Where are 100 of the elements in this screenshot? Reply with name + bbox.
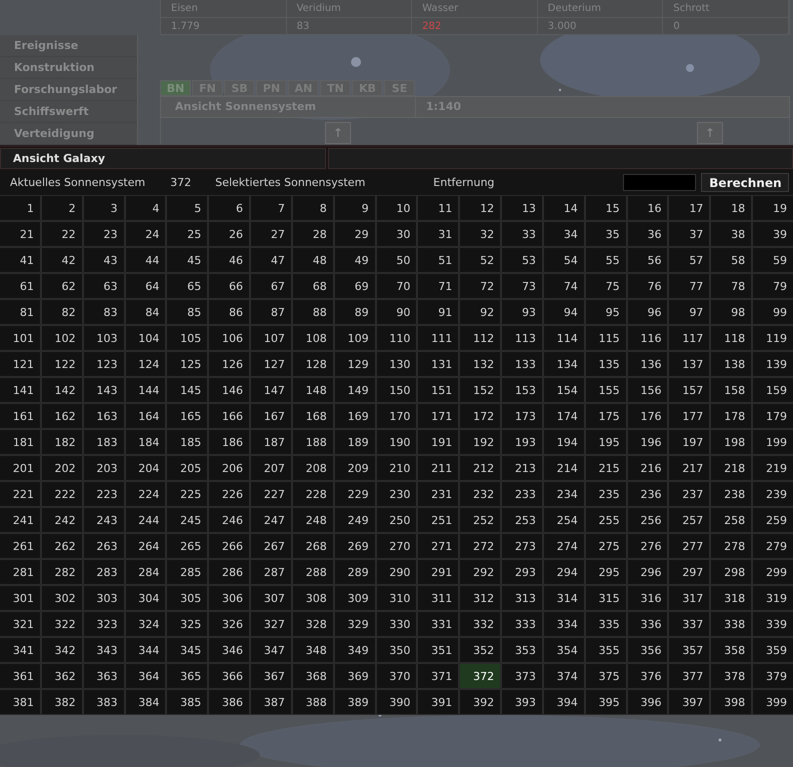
system-cell[interactable]: 50 — [376, 248, 416, 272]
system-cell[interactable]: 73 — [502, 274, 542, 298]
system-cell[interactable]: 253 — [502, 508, 542, 532]
system-cell[interactable]: 207 — [251, 456, 291, 480]
system-cell[interactable]: 390 — [376, 690, 416, 714]
system-cell[interactable]: 99 — [753, 300, 793, 324]
system-cell[interactable]: 359 — [753, 638, 793, 662]
system-cell[interactable]: 96 — [628, 300, 668, 324]
system-cell[interactable]: 225 — [167, 482, 208, 506]
system-cell[interactable]: 173 — [502, 404, 542, 428]
system-cell[interactable]: 388 — [292, 690, 333, 714]
system-cell[interactable]: 205 — [167, 456, 208, 480]
system-cell[interactable]: 335 — [586, 612, 626, 636]
system-cell[interactable]: 315 — [586, 586, 626, 610]
system-cell[interactable]: 216 — [628, 456, 668, 480]
system-cell[interactable]: 113 — [502, 326, 542, 350]
system-cell[interactable]: 71 — [418, 274, 458, 298]
system-cell[interactable]: 186 — [209, 430, 250, 454]
system-cell[interactable]: 398 — [711, 690, 752, 714]
system-cell[interactable]: 183 — [84, 430, 124, 454]
system-cell[interactable]: 367 — [251, 664, 291, 688]
system-cell[interactable]: 261 — [0, 534, 40, 558]
system-cell[interactable]: 334 — [544, 612, 584, 636]
system-cell[interactable]: 125 — [167, 352, 208, 376]
system-cell[interactable]: 94 — [544, 300, 584, 324]
system-cell[interactable]: 329 — [334, 612, 375, 636]
system-cell[interactable]: 14 — [544, 196, 584, 220]
system-cell[interactable]: 399 — [753, 690, 793, 714]
system-cell[interactable]: 182 — [42, 430, 82, 454]
system-cell[interactable]: 142 — [42, 378, 82, 402]
system-cell[interactable]: 290 — [376, 560, 416, 584]
system-cell[interactable]: 162 — [42, 404, 82, 428]
system-cell[interactable]: 135 — [586, 352, 626, 376]
system-cell[interactable]: 217 — [669, 456, 710, 480]
system-cell[interactable]: 152 — [460, 378, 500, 402]
system-cell[interactable]: 382 — [42, 690, 82, 714]
system-cell[interactable]: 197 — [669, 430, 710, 454]
system-cell[interactable]: 79 — [753, 274, 793, 298]
system-cell[interactable]: 161 — [0, 404, 40, 428]
system-cell[interactable]: 192 — [460, 430, 500, 454]
system-cell[interactable]: 89 — [334, 300, 375, 324]
system-cell[interactable]: 231 — [418, 482, 458, 506]
system-cell[interactable]: 38 — [711, 222, 752, 246]
system-cell[interactable]: 311 — [418, 586, 458, 610]
system-cell[interactable]: 82 — [42, 300, 82, 324]
system-cell[interactable]: 224 — [126, 482, 166, 506]
system-cell[interactable]: 59 — [753, 248, 793, 272]
system-cell[interactable]: 144 — [126, 378, 166, 402]
system-cell[interactable]: 228 — [292, 482, 333, 506]
system-cell[interactable]: 187 — [251, 430, 291, 454]
system-cell[interactable]: 230 — [376, 482, 416, 506]
system-cell[interactable]: 295 — [586, 560, 626, 584]
system-cell[interactable]: 218 — [711, 456, 752, 480]
system-cell[interactable]: 90 — [376, 300, 416, 324]
distance-field[interactable] — [623, 174, 696, 191]
system-cell[interactable]: 254 — [544, 508, 584, 532]
system-cell[interactable]: 30 — [376, 222, 416, 246]
system-cell[interactable]: 269 — [334, 534, 375, 558]
system-cell[interactable]: 233 — [502, 482, 542, 506]
system-cell[interactable]: 391 — [418, 690, 458, 714]
system-cell[interactable]: 238 — [711, 482, 752, 506]
system-cell[interactable]: 179 — [753, 404, 793, 428]
system-cell[interactable]: 145 — [167, 378, 208, 402]
system-cell[interactable]: 270 — [376, 534, 416, 558]
system-cell[interactable]: 136 — [628, 352, 668, 376]
system-cell[interactable]: 134 — [544, 352, 584, 376]
system-cell[interactable]: 338 — [711, 612, 752, 636]
system-cell[interactable]: 348 — [292, 638, 333, 662]
system-cell[interactable]: 24 — [126, 222, 166, 246]
system-cell[interactable]: 258 — [711, 508, 752, 532]
system-cell[interactable]: 203 — [84, 456, 124, 480]
system-cell[interactable]: 44 — [126, 248, 166, 272]
system-cell[interactable]: 127 — [251, 352, 291, 376]
system-cell[interactable]: 376 — [628, 664, 668, 688]
system-cell[interactable]: 12 — [460, 196, 500, 220]
system-cell[interactable]: 365 — [167, 664, 208, 688]
system-cell[interactable]: 74 — [544, 274, 584, 298]
system-cell[interactable]: 15 — [586, 196, 626, 220]
system-cell[interactable]: 368 — [292, 664, 333, 688]
system-cell[interactable]: 301 — [0, 586, 40, 610]
system-cell[interactable]: 92 — [460, 300, 500, 324]
system-cell[interactable]: 245 — [167, 508, 208, 532]
system-cell[interactable]: 41 — [0, 248, 40, 272]
system-cell[interactable]: 282 — [42, 560, 82, 584]
system-cell[interactable]: 271 — [418, 534, 458, 558]
system-cell[interactable]: 381 — [0, 690, 40, 714]
system-cell[interactable]: 18 — [711, 196, 752, 220]
system-cell[interactable]: 11 — [418, 196, 458, 220]
system-cell[interactable]: 288 — [292, 560, 333, 584]
system-cell[interactable]: 124 — [126, 352, 166, 376]
system-cell[interactable]: 111 — [418, 326, 458, 350]
system-cell[interactable]: 170 — [376, 404, 416, 428]
system-cell[interactable]: 259 — [753, 508, 793, 532]
system-cell[interactable]: 291 — [418, 560, 458, 584]
system-cell[interactable]: 153 — [502, 378, 542, 402]
system-cell[interactable]: 169 — [334, 404, 375, 428]
system-cell[interactable]: 31 — [418, 222, 458, 246]
system-cell[interactable]: 159 — [753, 378, 793, 402]
system-cell[interactable]: 16 — [628, 196, 668, 220]
system-cell[interactable]: 209 — [334, 456, 375, 480]
